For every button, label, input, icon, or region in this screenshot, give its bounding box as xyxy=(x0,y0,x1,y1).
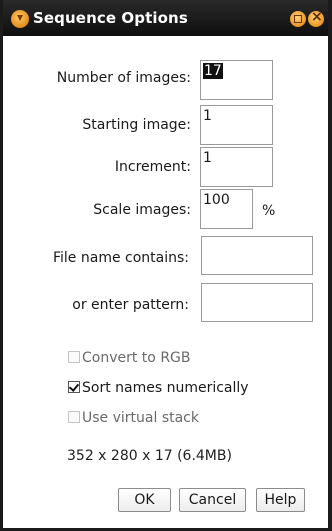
number-of-images-value: 17 xyxy=(203,63,223,79)
sort-numerically-label: Sort names numerically xyxy=(82,380,249,396)
scale-images-value: 100 xyxy=(203,192,230,208)
cancel-button[interactable]: Cancel xyxy=(179,488,246,512)
scale-images-label: Scale images: xyxy=(93,202,191,218)
starting-image-label: Starting image: xyxy=(82,117,191,133)
stack-size-info: 352 x 280 x 17 (6.4MB) xyxy=(67,448,232,464)
scale-unit-label: % xyxy=(262,203,276,219)
titlebar[interactable]: Sequence Options xyxy=(3,0,328,36)
maximize-icon[interactable] xyxy=(290,11,306,27)
ok-button[interactable]: OK xyxy=(118,488,171,512)
convert-rgb-label: Convert to RGB xyxy=(82,350,191,366)
virtual-stack-checkbox[interactable] xyxy=(68,411,80,423)
convert-rgb-option[interactable]: Convert to RGB xyxy=(68,350,191,366)
help-button[interactable]: Help xyxy=(256,488,305,512)
virtual-stack-option[interactable]: Use virtual stack xyxy=(68,410,199,426)
sort-numerically-checkbox[interactable] xyxy=(68,381,80,393)
app-icon[interactable] xyxy=(11,10,29,28)
number-of-images-input[interactable]: 17 xyxy=(200,60,273,100)
convert-rgb-checkbox[interactable] xyxy=(68,351,80,363)
close-icon[interactable] xyxy=(308,9,324,27)
increment-value: 1 xyxy=(203,150,212,166)
enter-pattern-label: or enter pattern: xyxy=(72,297,189,313)
window-title: Sequence Options xyxy=(33,9,188,27)
enter-pattern-input[interactable] xyxy=(201,283,313,322)
sort-numerically-option[interactable]: Sort names numerically xyxy=(68,380,249,396)
file-name-contains-label: File name contains: xyxy=(52,250,189,266)
file-name-contains-input[interactable] xyxy=(201,236,313,275)
virtual-stack-label: Use virtual stack xyxy=(82,410,199,426)
scale-images-input[interactable]: 100 xyxy=(200,189,253,229)
increment-input[interactable]: 1 xyxy=(200,147,273,187)
number-of-images-label: Number of images: xyxy=(56,70,191,86)
increment-label: Increment: xyxy=(114,159,191,175)
starting-image-value: 1 xyxy=(203,108,212,124)
sequence-options-dialog: Sequence Options Number of images: 17 St… xyxy=(0,0,332,531)
starting-image-input[interactable]: 1 xyxy=(200,105,273,145)
